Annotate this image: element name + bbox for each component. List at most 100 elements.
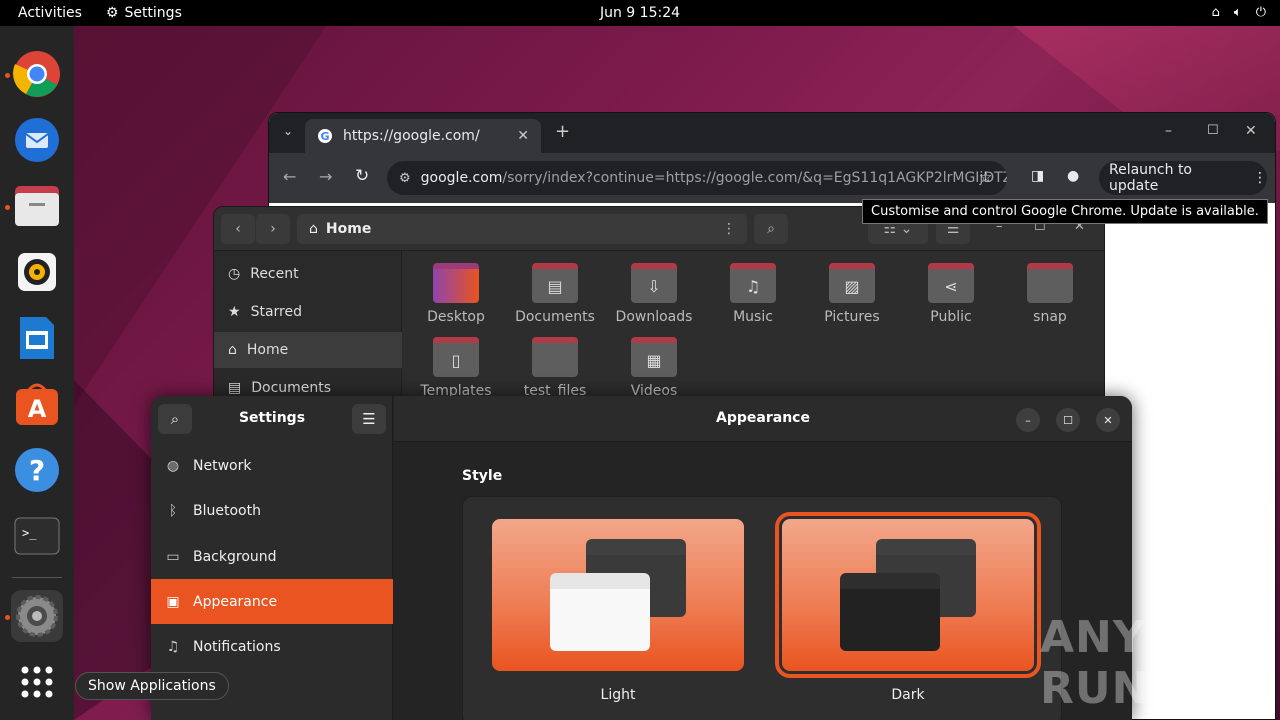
folder-label: Downloads: [615, 309, 693, 325]
chrome-launcher[interactable]: [11, 48, 63, 100]
writer-icon: [20, 317, 54, 359]
chrome-tab[interactable]: G https://google.com/ ✕: [305, 119, 541, 153]
folder-music[interactable]: ♫ Music: [705, 263, 801, 325]
sidebar-item-background[interactable]: ▭ Background: [151, 534, 393, 579]
running-indicator: [5, 615, 10, 620]
address-bar[interactable]: ⚙ google.com/sorry/index?continue=https:…: [387, 161, 1007, 195]
path-menu-button[interactable]: ⋮: [712, 214, 746, 244]
sidebar-item-label: Background: [193, 548, 277, 565]
folder-snap[interactable]: snap: [1002, 263, 1098, 325]
folder-public[interactable]: ⋖ Public: [903, 263, 999, 325]
folder-label: Music: [733, 309, 773, 325]
folder-label: Pictures: [824, 309, 880, 325]
chrome-tab-strip: ⌄ G https://google.com/ ✕ + – ☐ ✕: [269, 113, 1275, 153]
settings-launcher[interactable]: [11, 590, 63, 642]
dock: A ? >_: [0, 26, 74, 720]
clock-container: Jun 9 15:24: [0, 5, 1280, 21]
sidebar-item-starred[interactable]: ★ Starred: [214, 294, 402, 330]
sidebar-item-bluetooth[interactable]: ᛒ Bluetooth: [151, 488, 393, 533]
thunderbird-launcher[interactable]: [11, 114, 63, 166]
folder-videos[interactable]: ▦ Videos: [606, 337, 702, 399]
help-icon: ?: [15, 448, 59, 492]
tab-close-icon[interactable]: ✕: [517, 128, 529, 144]
star-icon: ★: [228, 304, 241, 320]
thunderbird-icon: [15, 118, 59, 162]
profile-icon[interactable]: ●: [1067, 168, 1079, 184]
side-panel-icon[interactable]: ◨: [1031, 168, 1044, 184]
writer-launcher[interactable]: [11, 312, 63, 364]
activities-button[interactable]: Activities: [18, 5, 82, 21]
theme-light-option[interactable]: [492, 519, 744, 671]
rhythmbox-launcher[interactable]: [11, 246, 63, 298]
new-tab-button[interactable]: +: [555, 121, 570, 142]
forward-button[interactable]: ›: [256, 214, 290, 244]
sidebar-item-appearance[interactable]: ▣ Appearance: [151, 579, 393, 624]
show-applications-button[interactable]: [11, 656, 63, 708]
folder-test-files[interactable]: test_files: [507, 337, 603, 399]
clock[interactable]: Jun 9 15:24: [600, 5, 680, 21]
folder-icon: [1027, 263, 1073, 303]
files-launcher[interactable]: [11, 180, 63, 232]
sidebar-item-recent[interactable]: ◷ Recent: [214, 256, 402, 292]
rhythmbox-icon: [18, 253, 56, 291]
relaunch-button[interactable]: Relaunch to update ⋮: [1099, 161, 1267, 195]
minimize-button[interactable]: –: [1016, 408, 1040, 432]
help-launcher[interactable]: ?: [11, 444, 63, 496]
theme-dark-option[interactable]: [775, 512, 1041, 678]
terminal-launcher[interactable]: >_: [11, 510, 63, 562]
clock-icon: ◷: [228, 266, 241, 282]
gear-icon: ⚙: [105, 5, 119, 21]
network-icon: ◍: [166, 457, 180, 474]
home-icon: ⌂: [309, 221, 318, 237]
reload-button[interactable]: ↻: [355, 166, 369, 186]
close-button[interactable]: ✕: [1245, 123, 1257, 139]
settings-sidebar-header: ⌕ Settings ☰: [151, 396, 392, 442]
folder-desktop[interactable]: Desktop: [408, 263, 504, 325]
files-sidebar: ◷ Recent ★ Starred ⌂ Home ▤ Documents: [214, 251, 402, 405]
folder-label: Public: [930, 309, 972, 325]
minimize-button[interactable]: –: [1165, 123, 1172, 139]
back-button[interactable]: ←: [283, 167, 296, 186]
files-window[interactable]: ‹ › ⌂ Home ⋮ ⌕ ☷ ⌄ ☰ – ☐ ✕ ◷ Recent ★ Star…: [213, 206, 1105, 406]
kebab-menu-icon: ⋮: [1253, 170, 1267, 186]
search-button[interactable]: ⌕: [754, 214, 788, 244]
site-info-icon[interactable]: ⚙: [399, 171, 411, 186]
menu-button[interactable]: ☰: [352, 404, 386, 434]
sidebar-item-label: Home: [246, 342, 289, 358]
bookmark-star-icon[interactable]: ☆: [979, 168, 992, 186]
tab-search-icon[interactable]: ⌄: [283, 124, 293, 138]
close-button[interactable]: ✕: [1096, 408, 1120, 432]
grid-icon: [21, 666, 53, 698]
maximize-button[interactable]: ☐: [1207, 123, 1219, 138]
svg-text:G: G: [320, 130, 329, 143]
path-home: Home: [325, 221, 372, 237]
app-menu[interactable]: ⚙ Settings: [106, 5, 182, 21]
folder-templates[interactable]: ▯ Templates: [408, 337, 504, 399]
chrome-icon: [13, 51, 60, 97]
sidebar-item-label: Notifications: [193, 638, 281, 655]
path-bar[interactable]: ⌂ Home: [297, 214, 747, 244]
dock-separator: [12, 577, 62, 578]
settings-window[interactable]: ⌕ Settings ☰ ◍ Network ᛒ Bluetooth ▭ Backgr…: [151, 396, 1132, 720]
folder-downloads[interactable]: ⇩ Downloads: [606, 263, 702, 325]
tab-title: https://google.com/: [343, 128, 480, 144]
bluetooth-icon: ᛒ: [168, 502, 178, 519]
system-tray[interactable]: ⌂ 🔈︎ ⏻: [1212, 5, 1266, 20]
sidebar-item-label: Starred: [250, 304, 302, 320]
folder-documents[interactable]: ▤ Documents: [507, 263, 603, 325]
settings-main: Appearance – ☐ ✕ Style Light Dark: [394, 396, 1132, 720]
back-button[interactable]: ‹: [221, 214, 255, 244]
folder-pictures[interactable]: ▨ Pictures: [804, 263, 900, 325]
chrome-toolbar: ← → ↻ ⚙ google.com/sorry/index?continue=…: [269, 153, 1275, 203]
terminal-icon: >_: [14, 517, 60, 555]
sidebar-item-home[interactable]: ⌂ Home: [214, 332, 402, 368]
app-center-launcher[interactable]: A: [11, 378, 63, 430]
folder-label: Desktop: [427, 309, 485, 325]
forward-button[interactable]: →: [319, 167, 332, 186]
sidebar-item-notifications[interactable]: ♫ Notifications: [151, 624, 393, 669]
download-folder-icon: ⇩: [631, 263, 677, 303]
maximize-button[interactable]: ☐: [1056, 408, 1080, 432]
sidebar-item-network[interactable]: ◍ Network: [151, 443, 393, 488]
svg-text:A: A: [28, 395, 47, 423]
sidebar-item-label: Documents: [251, 380, 332, 396]
